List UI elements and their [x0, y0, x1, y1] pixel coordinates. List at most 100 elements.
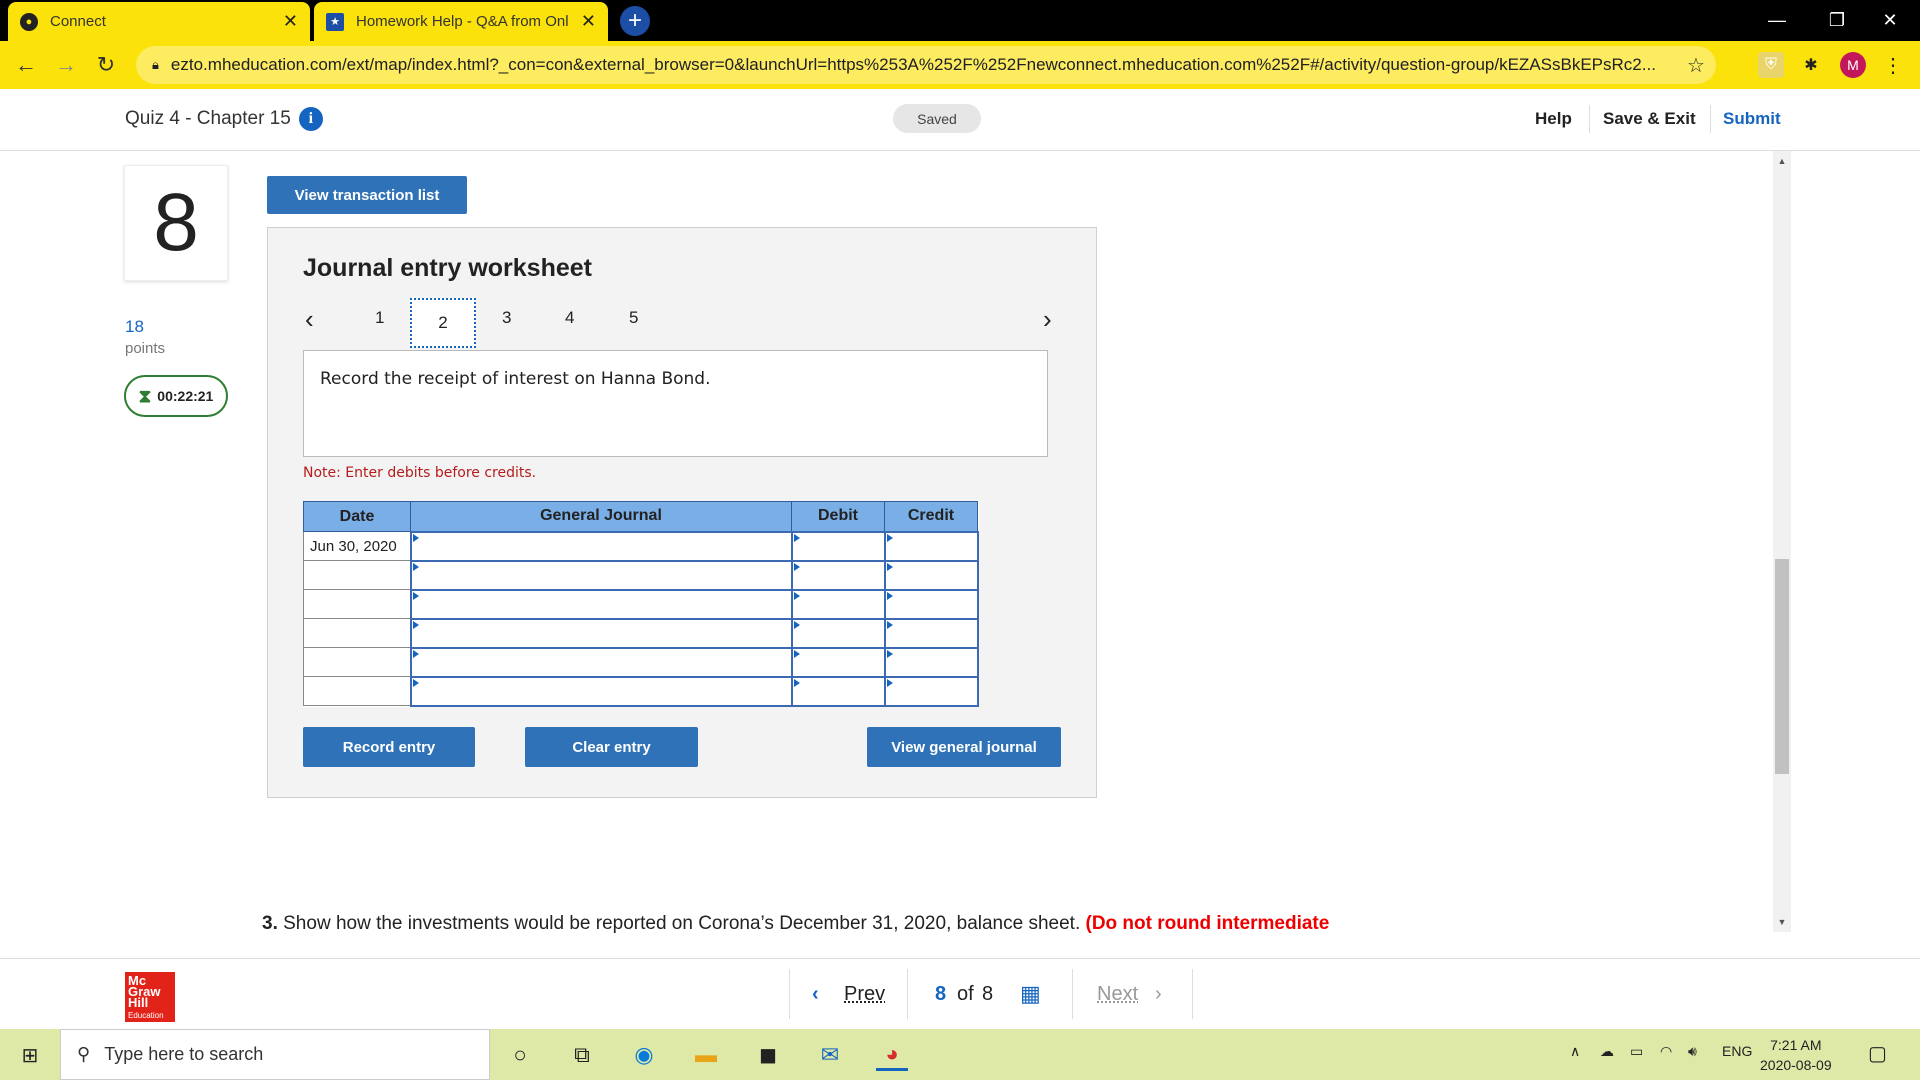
search-icon: ⚲ [77, 1044, 91, 1064]
col-header-date: Date [303, 501, 411, 532]
back-arrow-icon[interactable]: ← [12, 51, 40, 79]
next-button[interactable]: Next [1097, 983, 1138, 1006]
cortana-icon[interactable]: ○ [504, 1039, 536, 1071]
save-exit-link[interactable]: Save & Exit [1603, 109, 1696, 129]
date-cell[interactable] [303, 560, 411, 590]
question-3-instruction: (Do not round intermediate [1085, 913, 1330, 934]
credit-input[interactable] [883, 617, 979, 649]
debit-input[interactable] [790, 646, 886, 678]
onedrive-icon[interactable]: ☁ [1600, 1043, 1614, 1060]
account-select[interactable] [409, 646, 793, 678]
account-select[interactable] [409, 588, 793, 620]
window-close-icon[interactable]: ✕ [1860, 0, 1920, 41]
info-icon[interactable]: i [298, 107, 323, 131]
tab-3[interactable]: 3 [502, 308, 511, 328]
browser-tabstrip: ● Connect ✕ ★ Homework Help - Q&A from O… [0, 0, 1920, 41]
chevron-right-icon[interactable]: › [1155, 983, 1162, 1006]
record-entry-button[interactable]: Record entry [303, 727, 475, 767]
mail-icon[interactable]: ✉ [814, 1039, 846, 1071]
debit-input[interactable] [790, 617, 886, 649]
task-view-icon[interactable]: ⧉ [566, 1039, 598, 1071]
scroll-up-icon[interactable]: ▲ [1773, 153, 1791, 169]
chevron-right-icon[interactable]: › [1043, 304, 1052, 335]
date-cell[interactable]: Jun 30, 2020 [303, 531, 411, 561]
debit-input[interactable] [790, 530, 886, 562]
browser-tab-connect[interactable]: ● Connect ✕ [8, 2, 310, 41]
question-3-text: 3. Show how the investments would be rep… [262, 913, 1329, 935]
current-page: 8 [935, 983, 947, 1005]
tab-title: Connect [50, 13, 106, 30]
tray-chevron-icon[interactable]: ∧ [1570, 1043, 1580, 1060]
debit-input[interactable] [790, 559, 886, 591]
language-indicator[interactable]: ENG [1722, 1043, 1752, 1059]
battery-icon[interactable]: ▭ [1630, 1043, 1643, 1060]
mcgraw-hill-logo: Mc Graw Hill Education [125, 972, 175, 1022]
view-transaction-list-button[interactable]: View transaction list [267, 176, 467, 214]
divider [1072, 969, 1073, 1019]
date-cell[interactable] [303, 676, 411, 706]
chevron-left-icon[interactable]: ‹ [812, 983, 819, 1006]
minimize-icon[interactable]: — [1747, 0, 1807, 41]
grid-icon[interactable]: ▦ [1020, 981, 1041, 1007]
account-select[interactable] [409, 530, 793, 562]
account-select[interactable] [409, 675, 793, 707]
tab-1[interactable]: 1 [375, 308, 384, 328]
account-select[interactable] [409, 617, 793, 649]
taskbar-search-field[interactable]: ⚲ Type here to search [60, 1029, 490, 1080]
tab-4[interactable]: 4 [565, 308, 574, 328]
clock-date: 2020-08-09 [1760, 1057, 1832, 1073]
wifi-icon[interactable]: ◠ [1660, 1043, 1672, 1060]
submit-link[interactable]: Submit [1723, 109, 1781, 129]
timer-badge[interactable]: ⧗ 00:22:21 [124, 375, 228, 417]
file-explorer-icon[interactable]: ▬ [690, 1039, 722, 1071]
restore-icon[interactable]: ❐ [1807, 0, 1867, 41]
browser-tab-homework-help[interactable]: ★ Homework Help - Q&A from Onl ✕ [314, 2, 608, 41]
chrome-icon[interactable]: ◕ [876, 1039, 908, 1071]
date-cell[interactable] [303, 618, 411, 648]
date-cell[interactable] [303, 589, 411, 619]
store-icon[interactable]: ◼ [752, 1039, 784, 1071]
divider [1589, 105, 1590, 133]
system-clock[interactable]: 7:21 AM 2020-08-09 [1760, 1035, 1832, 1075]
divider [789, 969, 790, 1019]
tab-2-active[interactable]: 2 [410, 298, 476, 348]
help-link[interactable]: Help [1535, 109, 1572, 129]
question-3-body: Show how the investments would be report… [277, 913, 1086, 934]
vertical-scrollbar[interactable]: ▲ ▼ [1773, 151, 1791, 932]
close-icon[interactable]: ✕ [581, 11, 596, 32]
view-general-journal-button[interactable]: View general journal [867, 727, 1061, 767]
col-header-general-journal: General Journal [410, 501, 792, 532]
clear-entry-button[interactable]: Clear entry [525, 727, 698, 767]
chevron-left-icon[interactable]: ‹ [305, 304, 314, 335]
table-row [303, 617, 979, 649]
prev-button[interactable]: Prev [844, 983, 885, 1006]
reload-icon[interactable]: ↻ [92, 51, 120, 79]
volume-icon[interactable]: 🔊︎ [1688, 1043, 1697, 1060]
credit-input[interactable] [883, 675, 979, 707]
credit-input[interactable] [883, 646, 979, 678]
notifications-icon[interactable]: ▢ [1868, 1041, 1887, 1066]
scroll-down-icon[interactable]: ▼ [1773, 914, 1791, 930]
puzzle-extensions-icon[interactable]: ✱ [1798, 52, 1824, 78]
extension-icon[interactable]: ⛨ [1758, 52, 1784, 78]
date-cell[interactable] [303, 647, 411, 677]
credit-input[interactable] [883, 588, 979, 620]
windows-start-icon[interactable]: ⊞ [14, 1039, 46, 1071]
tab-title: Homework Help - Q&A from Onl [356, 13, 569, 30]
taskbar-search-placeholder: Type here to search [104, 1044, 264, 1064]
tab-5[interactable]: 5 [629, 308, 638, 328]
credit-input[interactable] [883, 530, 979, 562]
new-tab-button[interactable]: + [620, 6, 650, 36]
scrollbar-thumb[interactable] [1775, 559, 1789, 774]
edge-icon[interactable]: ◉ [628, 1039, 660, 1071]
debit-input[interactable] [790, 588, 886, 620]
credit-input[interactable] [883, 559, 979, 591]
account-select[interactable] [409, 559, 793, 591]
url-field[interactable]: 🔒︎ ezto.mheducation.com/ext/map/index.ht… [136, 46, 1716, 84]
debit-input[interactable] [790, 675, 886, 707]
forward-arrow-icon[interactable]: → [52, 51, 80, 79]
kebab-menu-icon[interactable]: ⋮ [1880, 52, 1906, 78]
profile-avatar[interactable]: M [1840, 52, 1866, 78]
bookmark-star-icon[interactable]: ☆ [1676, 53, 1716, 78]
close-icon[interactable]: ✕ [283, 11, 298, 32]
